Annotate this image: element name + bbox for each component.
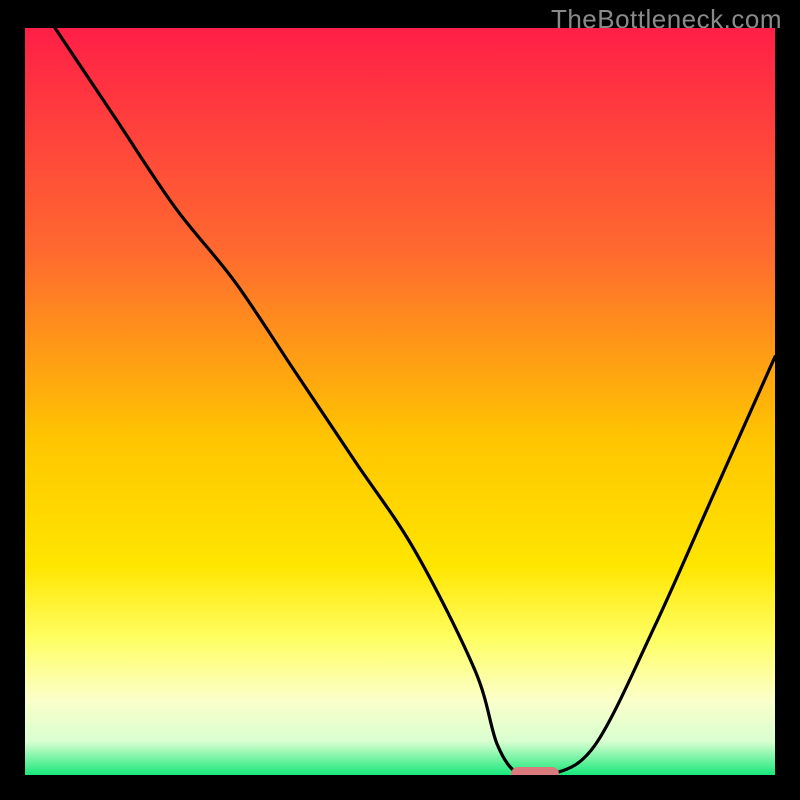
bottleneck-chart — [25, 28, 775, 775]
optimum-marker — [511, 767, 559, 775]
plot-area — [25, 28, 775, 775]
chart-frame: TheBottleneck.com — [0, 0, 800, 800]
gradient-background — [25, 28, 775, 775]
